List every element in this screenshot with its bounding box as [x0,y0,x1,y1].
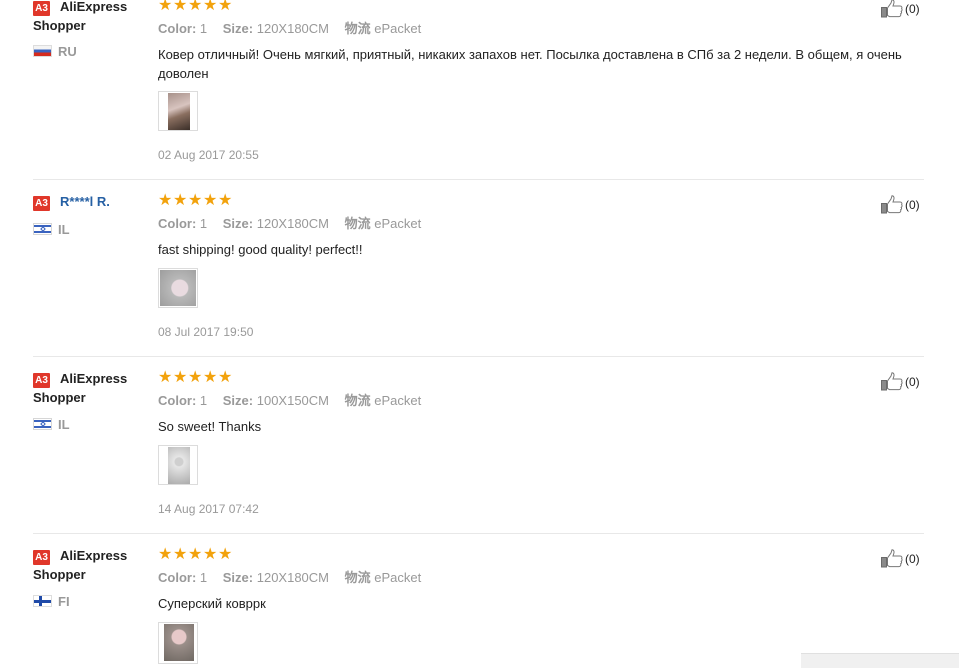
review-divider [33,356,924,357]
order-attributes: Color: 1 Size: 120X180CM 物流 ePacket [158,21,421,37]
star-icon: ★ [218,0,233,14]
review-photo[interactable] [158,268,198,308]
review-item: A3 AliExpress Shopper FI ★ ★ ★ ★ ★ Color: 1 … [0,544,959,667]
star-rating: ★ ★ ★ ★ ★ [158,192,233,209]
shipping-value: ePacket [374,216,422,231]
like-button[interactable]: (0) [881,195,920,214]
thumbs-up-icon [881,372,903,391]
star-icon: ★ [173,546,188,563]
star-icon: ★ [173,192,188,209]
flag-icon [33,418,52,430]
shipping-label: 物流 [344,393,371,408]
thumbs-up-icon [881,0,903,18]
star-rating: ★ ★ ★ ★ ★ [158,0,233,14]
review-date: 02 Aug 2017 20:55 [158,148,259,162]
buyer-country: IL [58,417,70,432]
color-label: Color: [158,216,197,231]
star-icon: ★ [173,369,188,386]
color-label: Color: [158,570,197,585]
buyer-country: FI [58,594,70,609]
flag-icon [33,595,52,607]
buyer-name: R****l R. [60,194,110,209]
review-item: A3 R****l R. IL ★ ★ ★ ★ ★ Color: 1 Size: 120… [0,190,959,367]
star-icon: ★ [203,546,218,563]
review-divider [33,179,924,180]
buyer-name: AliExpress Shopper [33,548,128,582]
star-icon: ★ [218,369,233,386]
star-icon: ★ [218,192,233,209]
flag-icon [33,45,52,57]
like-button[interactable]: (0) [881,372,920,391]
color-value: 1 [199,21,208,36]
star-icon: ★ [173,0,188,14]
color-label: Color: [158,393,197,408]
size-value: 120X180CM [256,21,330,36]
review-text: So sweet! Thanks [158,419,262,434]
buyer-name: AliExpress Shopper [33,0,128,33]
like-count: (0) [905,374,920,389]
review-text: Суперский ковррк [158,596,266,611]
shipping-value: ePacket [374,393,422,408]
star-icon: ★ [203,192,218,209]
star-icon: ★ [158,369,173,386]
star-icon: ★ [158,0,173,14]
size-label: Size: [222,393,254,408]
thumbs-up-icon [881,549,903,568]
floating-panel-edge [801,653,959,668]
like-count: (0) [905,1,920,16]
size-value: 120X180CM [256,570,330,585]
star-icon: ★ [158,192,173,209]
like-button[interactable]: (0) [881,549,920,568]
thumbs-up-icon [881,195,903,214]
like-count: (0) [905,551,920,566]
flag-icon [33,223,52,235]
buyer-country: RU [58,44,77,59]
star-icon: ★ [188,0,203,14]
review-photo[interactable] [158,445,198,485]
shipping-value: ePacket [374,570,422,585]
star-icon: ★ [188,192,203,209]
review-photo[interactable] [158,622,198,664]
size-value: 100X150CM [256,393,330,408]
size-label: Size: [222,570,254,585]
review-divider [33,533,924,534]
review-photo[interactable] [158,91,198,131]
color-value: 1 [199,570,208,585]
star-icon: ★ [188,546,203,563]
star-rating: ★ ★ ★ ★ ★ [158,546,233,563]
review-text: Ковер отличный! Очень мягкий, приятный, … [158,47,902,81]
size-value: 120X180CM [256,216,330,231]
review-item: A3 AliExpress Shopper RU ★ ★ ★ ★ ★ Color: 1 … [0,0,959,172]
shipping-label: 物流 [344,216,371,231]
star-icon: ★ [188,369,203,386]
size-label: Size: [222,216,254,231]
buyer-name: AliExpress Shopper [33,371,128,405]
order-attributes: Color: 1 Size: 120X180CM 物流 ePacket [158,216,421,232]
like-count: (0) [905,197,920,212]
shipping-label: 物流 [344,570,371,585]
star-icon: ★ [203,369,218,386]
review-text: fast shipping! good quality! perfect!! [158,242,363,257]
color-value: 1 [199,393,208,408]
review-date: 14 Aug 2017 07:42 [158,502,259,516]
size-label: Size: [222,21,254,36]
star-icon: ★ [158,546,173,563]
color-label: Color: [158,21,197,36]
review-date: 08 Jul 2017 19:50 [158,325,254,339]
like-button[interactable]: (0) [881,0,920,18]
star-icon: ★ [218,546,233,563]
review-item: A3 AliExpress Shopper IL ★ ★ ★ ★ ★ Color: 1 … [0,367,959,544]
buyer-country: IL [58,222,70,237]
shipping-label: 物流 [344,21,371,36]
color-value: 1 [199,216,208,231]
order-attributes: Color: 1 Size: 100X150CM 物流 ePacket [158,393,421,409]
star-rating: ★ ★ ★ ★ ★ [158,369,233,386]
order-attributes: Color: 1 Size: 120X180CM 物流 ePacket [158,570,421,586]
star-icon: ★ [203,0,218,14]
shipping-value: ePacket [374,21,422,36]
